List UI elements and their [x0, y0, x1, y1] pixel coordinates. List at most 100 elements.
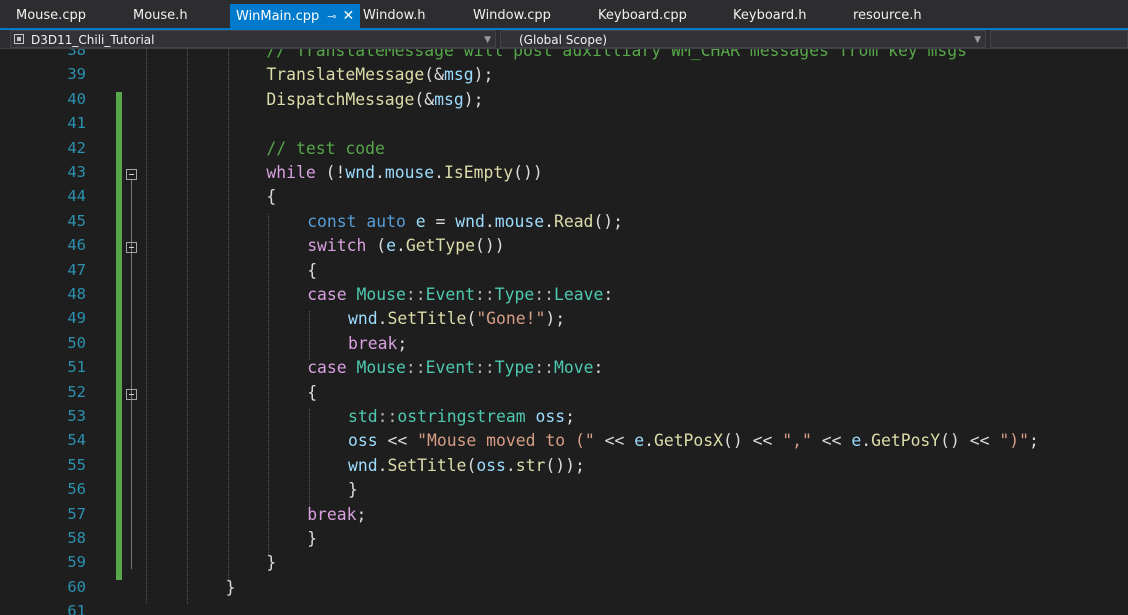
code-line[interactable]: std::ostringstream oss; — [348, 407, 575, 426]
code-token: case — [307, 285, 347, 304]
code-token: mouse — [494, 211, 545, 231]
indent-guide — [309, 311, 311, 361]
tab-label: Mouse.cpp — [16, 8, 86, 23]
code-token: wnd — [348, 309, 378, 329]
code-line[interactable]: break; — [307, 505, 366, 524]
code-line[interactable]: } — [307, 529, 317, 548]
code-token: :: — [405, 358, 426, 378]
code-token: msg — [444, 65, 474, 85]
code-token: ; — [356, 504, 367, 524]
code-token: ( — [466, 455, 477, 475]
code-token: :: — [377, 407, 398, 426]
line-number: 58 — [67, 529, 86, 547]
code-line[interactable]: const auto e = wnd.mouse.Read(); — [307, 212, 623, 231]
code-token: ( — [466, 309, 477, 329]
tab-keyboard-h[interactable]: Keyboard.h — [733, 4, 806, 28]
code-token: . — [377, 455, 388, 475]
tab-resource-h[interactable]: resource.h — [853, 4, 922, 28]
code-token: Event — [425, 285, 475, 304]
code-token: ostringstream — [397, 407, 526, 426]
line-number: 54 — [67, 431, 86, 450]
code-line[interactable]: wnd.SetTitle(oss.str()); — [348, 456, 585, 475]
code-line[interactable]: switch (e.GetType()) — [307, 236, 504, 255]
code-token: Type — [494, 358, 535, 378]
code-token: :: — [474, 285, 495, 304]
collapse-toggle-icon[interactable] — [126, 242, 137, 254]
indent-guide — [309, 409, 311, 507]
code-token: : — [603, 285, 614, 304]
code-token: . — [377, 309, 388, 329]
code-line[interactable]: } — [226, 578, 236, 597]
code-token: e — [634, 431, 645, 451]
code-line[interactable]: { — [307, 261, 317, 280]
code-line[interactable]: while (!wnd.mouse.IsEmpty()) — [266, 163, 542, 182]
code-line[interactable]: { — [307, 383, 317, 402]
pin-icon[interactable]: ⊸ — [327, 10, 336, 23]
code-token: } — [266, 553, 277, 573]
code-token: e — [851, 431, 862, 451]
code-line[interactable]: oss << "Mouse moved to (" << e.GetPosX()… — [348, 431, 1039, 450]
code-line[interactable]: // test code — [266, 139, 384, 158]
code-line[interactable]: case Mouse::Event::Type::Move: — [307, 358, 603, 377]
code-line[interactable]: wnd.SetTitle("Gone!"); — [348, 309, 565, 328]
tab-keyboard-cpp[interactable]: Keyboard.cpp — [598, 4, 687, 28]
code-token: wnd — [348, 455, 378, 475]
code-line[interactable]: } — [348, 480, 358, 499]
code-token: :: — [534, 358, 554, 378]
line-number: 42 — [67, 138, 86, 157]
code-token: ()); — [545, 455, 585, 475]
line-number: 43 — [67, 163, 86, 181]
tab-label: Window.cpp — [473, 8, 551, 23]
code-token: SetTitle — [387, 309, 467, 329]
code-line[interactable]: { — [266, 187, 276, 206]
line-number: 47 — [67, 260, 86, 279]
code-line[interactable]: case Mouse::Event::Type::Leave: — [307, 285, 613, 304]
collapse-toggle-icon[interactable] — [126, 388, 137, 400]
line-number: 61 — [67, 602, 86, 615]
tab-label: Window.h — [363, 8, 426, 23]
tab-label: Mouse.h — [133, 8, 188, 23]
code-token: { — [307, 382, 318, 402]
scope-dropdown[interactable]: (Global Scope) ▼ — [500, 30, 986, 48]
code-line[interactable]: TranslateMessage(&msg); — [266, 65, 493, 84]
code-token: e — [415, 211, 426, 231]
tab-window-h[interactable]: Window.h — [363, 4, 425, 28]
code-line[interactable]: // TranslateMessage will post auxilliary… — [266, 49, 967, 60]
code-token: :: — [534, 285, 554, 304]
project-dropdown[interactable]: D3D11_Chili_Tutorial ▼ — [10, 30, 496, 48]
code-line[interactable]: DispatchMessage(&msg); — [266, 90, 483, 109]
code-editor[interactable]: 38 // TranslateMessage will post auxillia… — [0, 49, 1128, 615]
tab-label: Keyboard.h — [733, 8, 807, 23]
code-token: ; — [1029, 431, 1039, 451]
close-icon[interactable]: ✕ — [342, 8, 354, 24]
tab-mouse-cpp[interactable]: Mouse.cpp — [16, 4, 86, 28]
line-number: 56 — [67, 480, 86, 499]
tab-label: WinMain.cpp — [236, 9, 320, 24]
line-number: 45 — [67, 211, 86, 230]
line-number: 52 — [67, 382, 86, 401]
line-number: 57 — [67, 504, 86, 523]
editor-margin — [0, 49, 34, 615]
code-token: Move — [553, 358, 594, 378]
code-token: } — [225, 577, 236, 597]
project-label: D3D11_Chili_Tutorial — [31, 33, 155, 47]
code-token: Read — [553, 211, 594, 231]
tab-window-cpp[interactable]: Window.cpp — [473, 4, 551, 28]
code-token: msg — [434, 89, 464, 109]
tab-mouse-h[interactable]: Mouse.h — [133, 4, 188, 28]
code-token: auto — [366, 211, 406, 231]
code-line[interactable]: break; — [348, 334, 407, 353]
code-token: std — [348, 407, 378, 426]
indent-guide — [186, 49, 188, 605]
tab-winmain-cpp[interactable]: WinMain.cpp ⊸ ✕ — [230, 4, 361, 28]
code-token: oss — [535, 407, 566, 426]
code-token: ; — [565, 407, 576, 426]
code-token: ()) — [513, 163, 543, 182]
member-dropdown[interactable] — [990, 30, 1128, 48]
code-line[interactable]: } — [266, 553, 276, 572]
code-token: (); — [593, 211, 624, 231]
collapse-toggle-icon[interactable] — [126, 169, 137, 180]
code-token: { — [266, 187, 277, 207]
